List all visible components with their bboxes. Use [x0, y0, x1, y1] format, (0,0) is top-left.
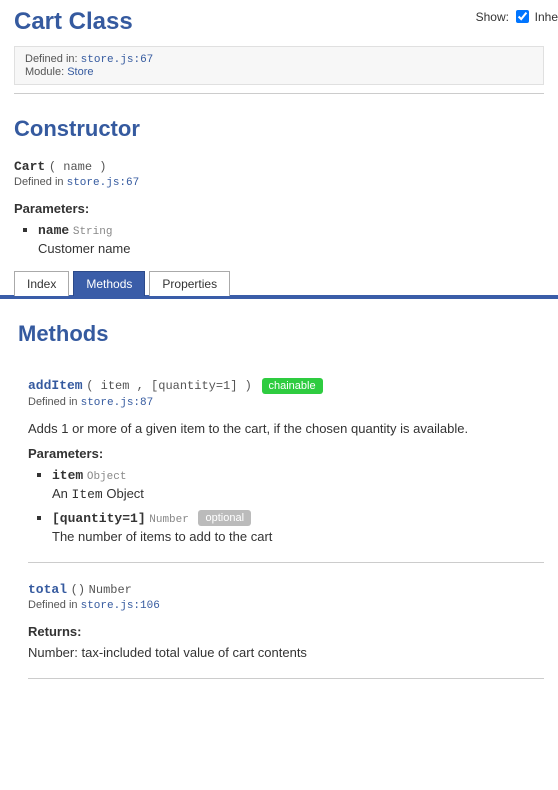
defined-in-link[interactable]: store.js:67 [81, 54, 154, 66]
method-total: total () Number Defined in store.js:106 … [0, 581, 558, 679]
class-meta: Defined in: store.js:67 Module: Store [14, 46, 544, 85]
show-inherited-label: Inhe [535, 10, 558, 24]
divider [28, 562, 544, 563]
constructor-name: Cart [14, 159, 45, 174]
param-name: [quantity=1] [52, 511, 146, 526]
methods-heading: Methods [18, 321, 544, 347]
method-return-type: Number [89, 583, 132, 597]
method-additem: addItem ( item , [quantity=1] ) chainabl… [0, 363, 558, 563]
param-type: String [73, 226, 113, 238]
returns-type: Number: [28, 645, 78, 660]
method-signature: ( item , [quantity=1] ) [86, 379, 252, 393]
constructor-heading: Constructor [14, 116, 544, 142]
tab-properties[interactable]: Properties [149, 271, 230, 296]
tabs: Index Methods Properties [14, 270, 558, 295]
module-label: Module: [25, 66, 64, 78]
method-params-heading: Parameters: [28, 446, 544, 461]
param-desc-suffix: Object [103, 486, 144, 501]
param-item: name String Customer name [38, 222, 544, 256]
constructor-section: Constructor Cart ( name ) Defined in sto… [0, 94, 558, 256]
method-defined-link[interactable]: store.js:87 [81, 397, 154, 409]
param-desc-mono: Item [72, 487, 103, 502]
methods-section: Methods [0, 299, 558, 347]
param-desc: Customer name [38, 238, 544, 256]
param-desc: An Item Object [52, 483, 544, 502]
constructor-params-heading: Parameters: [14, 201, 544, 216]
defined-in-label: Defined in: [25, 53, 78, 65]
param-name: name [38, 223, 69, 238]
method-signature: () [71, 583, 85, 597]
constructor-defined-label: Defined in [14, 176, 64, 188]
show-inherited-checkbox[interactable] [516, 10, 529, 23]
param-desc-prefix: An [52, 486, 72, 501]
method-defined-label: Defined in [28, 396, 78, 408]
constructor-defined-link[interactable]: store.js:67 [67, 177, 140, 189]
param-type: Object [87, 471, 127, 483]
method-name: addItem [28, 378, 83, 393]
returns-desc: tax-included total value of cart content… [78, 645, 307, 660]
param-desc: The number of items to add to the cart [52, 526, 544, 544]
show-options: Show: Inhe [476, 10, 558, 24]
constructor-signature: ( name ) [49, 160, 107, 174]
param-name: item [52, 468, 83, 483]
chainable-badge: chainable [262, 378, 323, 394]
returns-heading: Returns: [28, 624, 544, 639]
method-description: Adds 1 or more of a given item to the ca… [28, 421, 544, 436]
returns-line: Number: tax-included total value of cart… [28, 645, 544, 660]
param-type: Number [149, 514, 189, 526]
optional-badge: optional [198, 510, 251, 526]
page-title: Cart Class [14, 8, 544, 36]
method-name: total [28, 582, 67, 597]
tab-index[interactable]: Index [14, 271, 69, 296]
tab-methods[interactable]: Methods [73, 271, 145, 296]
method-defined-link[interactable]: store.js:106 [81, 600, 160, 612]
show-label: Show: [476, 10, 509, 24]
module-link[interactable]: Store [67, 66, 93, 78]
param-item: item Object An Item Object [52, 467, 544, 502]
method-defined-label: Defined in [28, 599, 78, 611]
param-item: [quantity=1] Number optional The number … [52, 510, 544, 545]
divider [28, 678, 544, 679]
